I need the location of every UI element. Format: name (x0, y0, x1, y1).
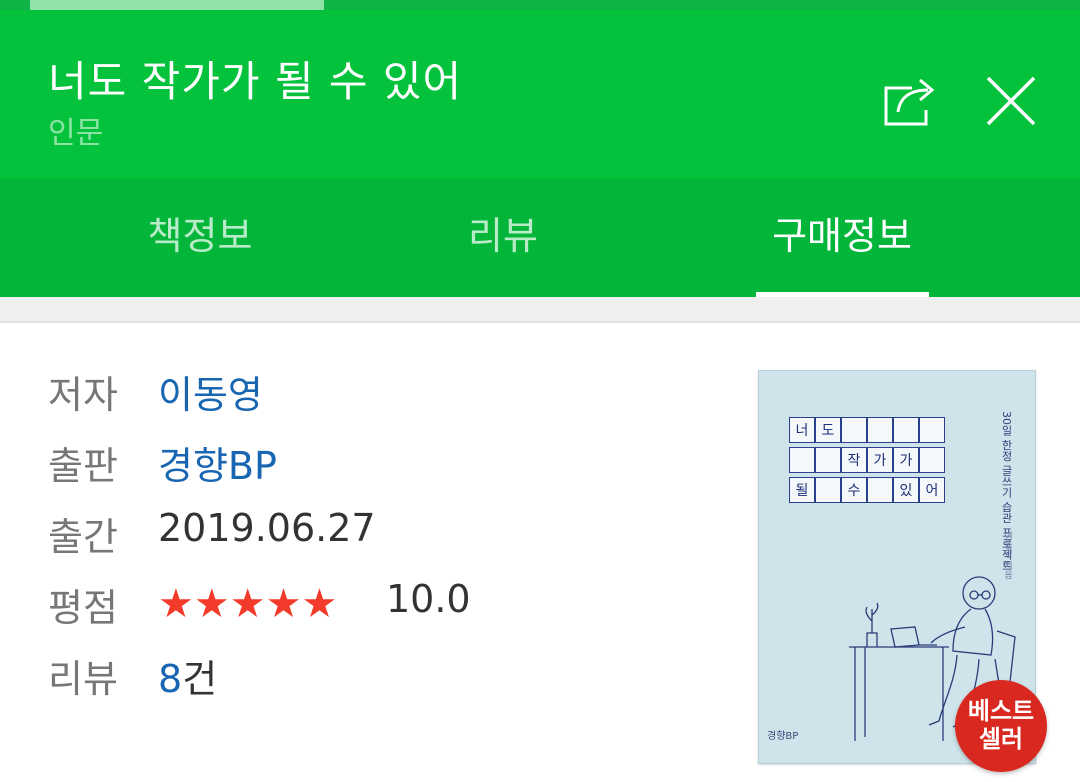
reading-progress-bar (0, 0, 1080, 10)
badge-line2: 셀러 (978, 725, 1024, 753)
pub-date-label: 출간 (48, 515, 118, 559)
publisher-link[interactable]: 경향BP (158, 435, 277, 490)
cover-grid-cell (815, 477, 841, 503)
cover-title-cell: 어 (919, 477, 945, 503)
cover-grid-cell (867, 417, 893, 443)
author-link[interactable]: 이동영 (158, 364, 263, 419)
review-count-link[interactable]: 8건 (158, 648, 217, 703)
book-title: 너도 작가가 될 수 있어 (48, 57, 463, 106)
cover-title-cell: 가 (893, 447, 919, 473)
tab-purchase-info[interactable]: 구매정보 (740, 179, 944, 297)
cover-title-cell: 수 (841, 477, 867, 503)
reading-progress-fill (30, 0, 324, 10)
cover-grid-cell (867, 477, 893, 503)
review-label: 리뷰 (48, 657, 118, 701)
tab-book-info[interactable]: 책정보 (0, 179, 400, 297)
rating-stars: ★★★★★ (158, 581, 338, 627)
tab-reviews[interactable]: 리뷰 (400, 179, 606, 297)
cover-title-cell: 될 (789, 477, 815, 503)
pub-date-value: 2019.06.27 (158, 506, 376, 550)
author-label: 저자 (48, 373, 118, 417)
cover-grid-cell (893, 417, 919, 443)
cover-title-cell: 너 (789, 417, 815, 443)
rating-label: 평점 (48, 586, 118, 630)
review-unit: 건 (182, 657, 218, 701)
bestseller-badge: 베스트 셀러 (955, 680, 1047, 772)
cover-grid-cell (841, 417, 867, 443)
book-category: 인문 (48, 116, 104, 151)
cover-grid-cell (789, 447, 815, 473)
cover-publisher-mark: 경향BP (767, 731, 799, 742)
close-icon (986, 76, 1036, 126)
cover-title-cell: 가 (867, 447, 893, 473)
close-button[interactable] (978, 68, 1044, 134)
share-button[interactable] (872, 62, 948, 138)
cover-title-cell: 작 (841, 447, 867, 473)
badge-line1: 베스트 (967, 697, 1035, 725)
publisher-label: 출판 (48, 444, 118, 488)
tab-bar: 책정보 리뷰 구매정보 (0, 179, 1080, 297)
share-icon (884, 78, 935, 126)
cover-title-cell: 도 (815, 417, 841, 443)
header: 너도 작가가 될 수 있어 인문 (0, 10, 1080, 179)
rating-value: 10.0 (386, 577, 471, 621)
cover-grid-cell (815, 447, 841, 473)
cover-grid-cell (919, 417, 945, 443)
review-count: 8 (158, 657, 183, 701)
section-divider (0, 297, 1080, 323)
cover-title-cell: 있 (893, 477, 919, 503)
cover-grid-cell (919, 447, 945, 473)
